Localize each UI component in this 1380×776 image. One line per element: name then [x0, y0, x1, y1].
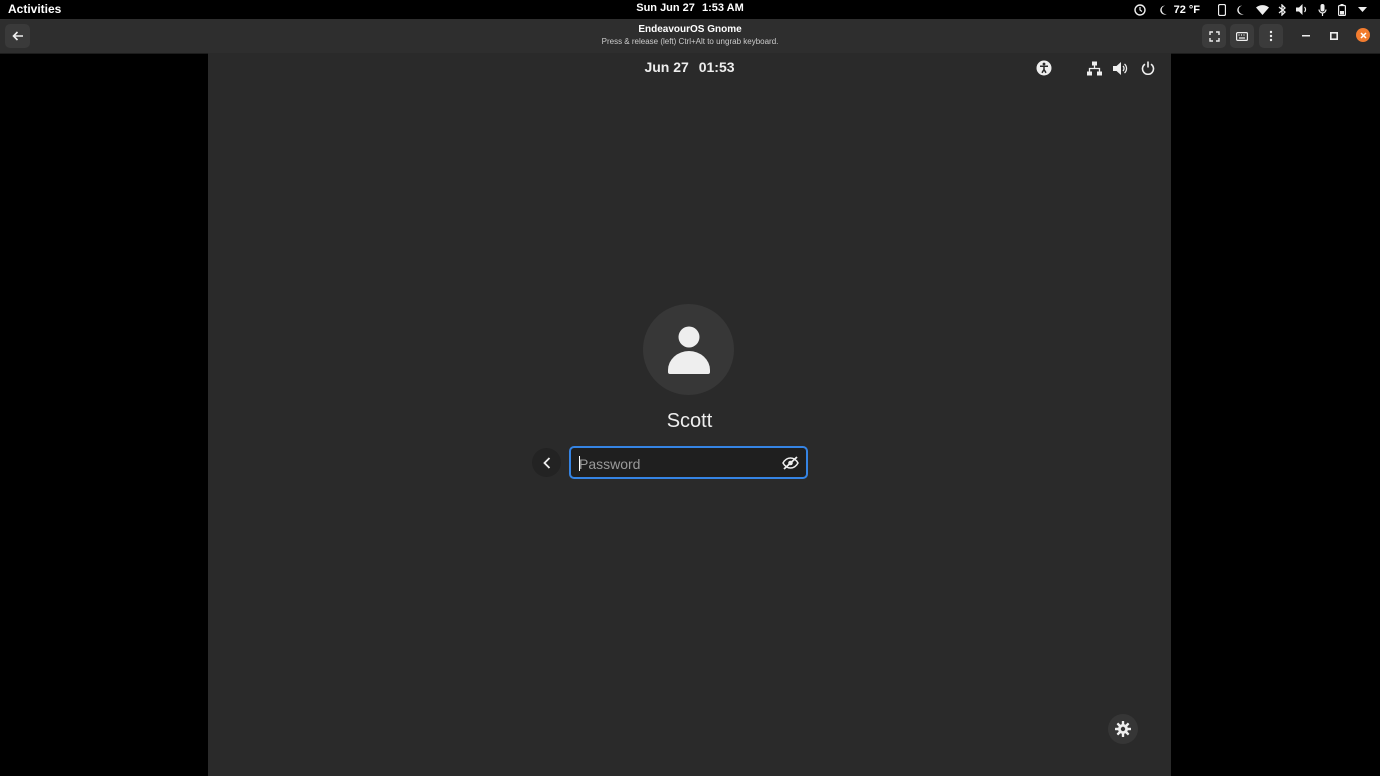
password-field[interactable] — [569, 446, 808, 479]
volume-icon[interactable] — [1111, 59, 1129, 77]
login-date: Jun 27 — [644, 59, 689, 75]
username-label: Scott — [666, 410, 713, 432]
accessibility-icon[interactable] — [1035, 59, 1053, 77]
show-password-button[interactable] — [781, 455, 799, 471]
phone-icon — [1212, 1, 1232, 18]
chevron-left-icon — [542, 456, 550, 469]
session-settings-button[interactable] — [1108, 714, 1138, 744]
moon-icon — [1159, 5, 1167, 15]
night-light-icon — [1232, 1, 1252, 18]
volume-icon — [1292, 1, 1312, 18]
microphone-icon — [1312, 1, 1332, 18]
eye-slash-icon — [781, 456, 799, 470]
bluetooth-icon — [1272, 1, 1292, 18]
host-top-bar: Activities Sun Jun 27 1:53 AM 72 °F — [0, 0, 1380, 19]
keyboard-button[interactable] — [1230, 24, 1254, 48]
close-icon — [1359, 31, 1367, 39]
user-avatar — [643, 304, 734, 395]
minimize-icon — [1302, 35, 1310, 37]
fullscreen-icon — [1208, 30, 1220, 42]
battery-icon — [1332, 1, 1352, 18]
host-date: Sun Jun 27 — [636, 2, 695, 14]
window-header: EndeavourOS Gnome Press & release (left)… — [0, 19, 1380, 54]
avatar-icon — [667, 326, 710, 374]
window-subtitle: Press & release (left) Ctrl+Alt to ungra… — [601, 37, 779, 46]
fullscreen-button[interactable] — [1202, 24, 1226, 48]
guest-screen: Jun 27 01:53 Scott — [208, 53, 1171, 776]
minimize-button[interactable] — [1294, 24, 1318, 48]
login-clock[interactable]: Jun 27 01:53 — [208, 59, 1171, 75]
keyboard-icon — [1236, 31, 1248, 41]
window-title: EndeavourOS Gnome — [638, 24, 742, 35]
kebab-menu-icon — [1269, 30, 1273, 42]
wifi-icon — [1252, 1, 1272, 18]
menu-button[interactable] — [1259, 24, 1283, 48]
gear-icon — [1115, 721, 1131, 737]
close-button[interactable] — [1356, 28, 1370, 42]
password-input[interactable] — [577, 452, 771, 476]
maximize-icon — [1330, 32, 1338, 40]
clock-sync-icon[interactable] — [1130, 1, 1150, 18]
text-caret — [579, 456, 580, 471]
network-icon[interactable] — [1085, 59, 1103, 77]
system-tray[interactable]: 72 °F — [1130, 1, 1372, 18]
power-icon[interactable] — [1139, 59, 1157, 77]
weather-temp: 72 °F — [1173, 3, 1200, 16]
weather-indicator[interactable]: 72 °F — [1159, 3, 1200, 16]
chevron-down-icon[interactable] — [1352, 1, 1372, 18]
back-to-user-list-button[interactable] — [532, 448, 561, 477]
login-time: 01:53 — [698, 59, 735, 75]
maximize-button[interactable] — [1322, 24, 1346, 48]
host-time: 1:53 AM — [701, 2, 744, 14]
